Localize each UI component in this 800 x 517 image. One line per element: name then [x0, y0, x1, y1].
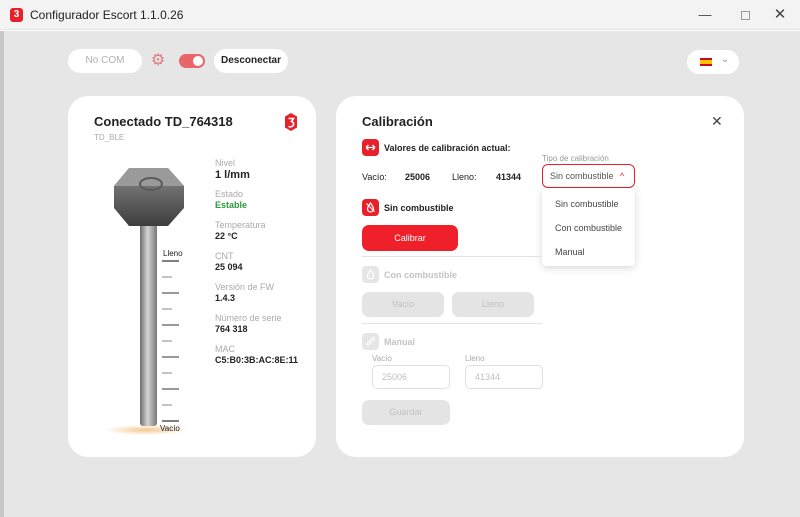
calibration-card: Calibración ✕ Valores de calibración act…	[336, 96, 744, 457]
divider	[362, 323, 542, 324]
app-logo-icon: 3	[10, 8, 23, 22]
maximize-icon	[740, 11, 750, 21]
level-label: Nivel	[215, 158, 236, 168]
window-title: Configurador Escort 1.1.0.26	[30, 8, 184, 22]
manual-full-label: Lleno	[465, 354, 485, 363]
minimize-button[interactable]: —	[690, 4, 720, 26]
title-bar: 3 Configurador Escort 1.1.0.26 — ✕	[0, 0, 800, 30]
fw-version-value: 1.4.3	[215, 293, 236, 303]
cnt-label: CNT	[215, 251, 234, 261]
close-icon[interactable]: ✕	[711, 113, 723, 130]
com-port-button[interactable]: No COM	[68, 49, 142, 73]
chevron-down-icon: ⌄	[721, 54, 730, 65]
mac-value: C5:B0:3B:AC:8E:11	[215, 355, 299, 365]
device-title: Conectado TD_764318	[94, 114, 233, 129]
status-label: Estado	[215, 189, 244, 199]
pencil-icon	[362, 333, 379, 350]
fuel-drop-icon	[362, 266, 379, 283]
connection-toggle[interactable]	[179, 54, 205, 68]
option-with-fuel[interactable]: Con combustible	[555, 223, 622, 233]
app-body: No COM ⚙ Desconectar ⌄ Conectado TD_7643…	[4, 31, 800, 517]
maximize-button[interactable]	[730, 4, 760, 26]
level-sensor-illustration: Lleno Vacío	[104, 168, 188, 435]
brand-logo-icon	[285, 113, 297, 131]
save-button[interactable]: Guardar	[362, 400, 450, 425]
temperature-value: 22 °C	[215, 231, 238, 241]
status-value: Estable	[215, 200, 248, 210]
with-fuel-label: Con combustible	[384, 270, 458, 280]
option-manual[interactable]: Manual	[555, 247, 585, 257]
disconnect-button[interactable]: Desconectar	[214, 49, 288, 73]
gear-icon[interactable]: ⚙	[149, 52, 167, 70]
temperature-label: Temperatura	[215, 220, 266, 230]
fw-version-label: Versión de FW	[215, 282, 275, 292]
range-arrows-icon	[362, 139, 379, 156]
no-fuel-label: Sin combustible	[384, 203, 454, 213]
divider	[362, 256, 542, 257]
serial-number-value: 764 318	[215, 324, 248, 334]
no-fuel-icon	[362, 199, 379, 216]
level-value: 1 l/mm	[215, 169, 250, 181]
calibration-type-menu: Sin combustible Con combustible Manual	[542, 188, 635, 266]
spain-flag-icon	[700, 58, 712, 66]
with-fuel-empty-button[interactable]: Vacío	[362, 292, 444, 317]
chevron-up-icon: ^	[620, 171, 625, 181]
option-no-fuel[interactable]: Sin combustible	[555, 199, 619, 209]
current-full-label: Lleno:	[452, 172, 477, 182]
current-empty-value: 25006	[405, 172, 431, 182]
manual-label: Manual	[384, 337, 416, 347]
scale-empty-label: Vacío	[160, 424, 180, 433]
calibration-type-select[interactable]: Sin combustible ^	[542, 164, 635, 188]
with-fuel-full-button[interactable]: Lleno	[452, 292, 534, 317]
serial-number-label: Número de serie	[215, 313, 282, 323]
current-full-value: 41344	[496, 172, 522, 182]
mac-label: MAC	[215, 344, 235, 354]
device-card: Conectado TD_764318 TD_BLE Lleno Vacío N…	[68, 96, 316, 457]
manual-full-field[interactable]: 41344	[465, 365, 543, 389]
calibration-type-value: Sin combustible	[550, 171, 614, 181]
toggle-knob	[193, 56, 203, 66]
calibrate-button[interactable]: Calibrar	[362, 225, 458, 251]
manual-empty-field[interactable]: 25006	[372, 365, 450, 389]
device-properties: Nivel 1 l/mm Estado Estable Temperatura …	[215, 158, 315, 375]
manual-empty-label: Vacío	[372, 354, 392, 363]
cnt-value: 25 094	[215, 262, 243, 272]
scale-full-label: Lleno	[163, 249, 183, 258]
calibration-title: Calibración	[362, 114, 433, 129]
language-selector[interactable]: ⌄	[687, 50, 739, 74]
close-window-button[interactable]: ✕	[765, 4, 795, 26]
current-values-label: Valores de calibración actual:	[384, 143, 511, 153]
device-subtitle: TD_BLE	[94, 133, 125, 142]
calibration-type-label: Tipo de calibración	[542, 154, 609, 163]
current-empty-label: Vacío:	[362, 172, 387, 182]
